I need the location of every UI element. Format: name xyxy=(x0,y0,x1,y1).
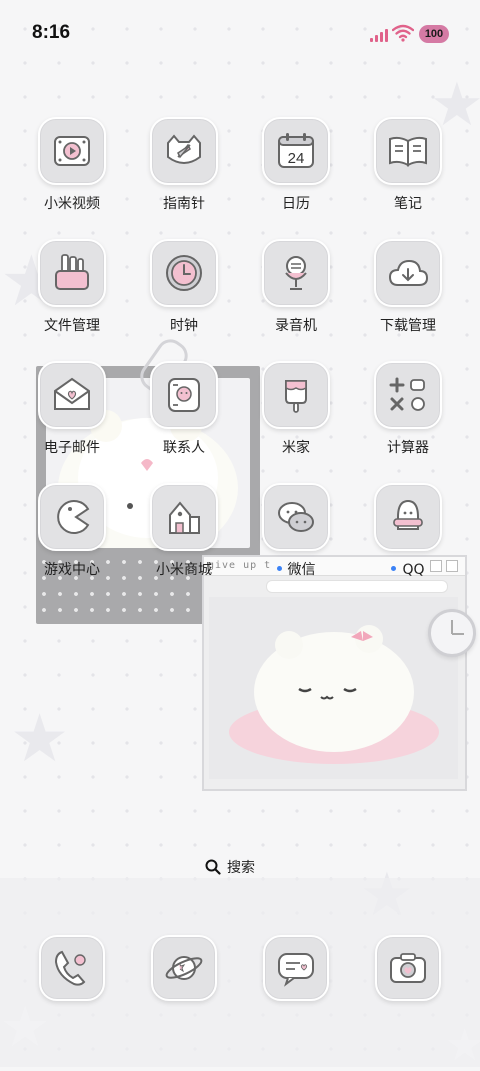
app-calendar[interactable]: 24 日历 xyxy=(246,117,346,213)
wechat-icon xyxy=(262,483,330,551)
app-label: 时钟 xyxy=(170,318,198,334)
app-game-center[interactable]: 游戏中心 xyxy=(22,483,122,579)
house-icon xyxy=(150,483,218,551)
app-label: 电子邮件 xyxy=(44,440,100,456)
app-label: 小米商城 xyxy=(156,562,212,578)
dock-camera[interactable] xyxy=(358,935,458,1001)
svg-text:24: 24 xyxy=(288,150,305,167)
new-indicator-dot xyxy=(391,565,397,571)
battery-indicator: 100 xyxy=(419,25,449,43)
app-label: 文件管理 xyxy=(44,318,100,334)
compass-icon xyxy=(150,117,218,185)
notebook-icon xyxy=(374,117,442,185)
app-compass[interactable]: 指南针 xyxy=(134,117,234,213)
app-label: 笔记 xyxy=(394,196,422,212)
app-label: 日历 xyxy=(282,196,310,212)
app-calculator[interactable]: 计算器 xyxy=(358,361,458,457)
folder-icon xyxy=(38,239,106,307)
app-label: 计算器 xyxy=(387,440,429,456)
calendar-icon: 24 xyxy=(262,117,330,185)
browser-url-bar xyxy=(210,579,457,593)
app-qq[interactable]: QQ xyxy=(358,483,458,579)
dock-messages[interactable] xyxy=(246,935,346,1001)
app-recorder[interactable]: 录音机 xyxy=(246,239,346,335)
app-label: 录音机 xyxy=(275,318,317,334)
app-label: 微信 xyxy=(246,561,346,579)
penguin-icon xyxy=(374,483,442,551)
search-button[interactable]: 搜索 xyxy=(205,853,275,881)
search-icon xyxy=(205,859,221,875)
signal-icon xyxy=(370,28,388,42)
app-wechat[interactable]: 微信 xyxy=(246,483,346,579)
app-label: QQ xyxy=(358,561,458,579)
cloud-download-icon xyxy=(374,239,442,307)
clock-time: 8:16 xyxy=(32,22,71,43)
app-mi-store[interactable]: 小米商城 xyxy=(134,483,234,579)
wifi-icon xyxy=(392,24,414,42)
planet-browser-icon xyxy=(151,935,217,1001)
new-indicator-dot xyxy=(276,565,282,571)
app-label: 小米视频 xyxy=(44,196,100,212)
app-notes[interactable]: 笔记 xyxy=(358,117,458,213)
clock-icon xyxy=(150,239,218,307)
app-clock[interactable]: 时钟 xyxy=(134,239,234,335)
app-downloads[interactable]: 下载管理 xyxy=(358,239,458,335)
contacts-icon xyxy=(150,361,218,429)
envelope-icon xyxy=(38,361,106,429)
microphone-icon xyxy=(262,239,330,307)
app-label: 游戏中心 xyxy=(44,562,100,578)
camera-icon xyxy=(375,935,441,1001)
app-file-manager[interactable]: 文件管理 xyxy=(22,239,122,335)
browser-photo-widget[interactable]: give up t xyxy=(202,555,467,791)
app-contacts[interactable]: 联系人 xyxy=(134,361,234,457)
app-email[interactable]: 电子邮件 xyxy=(22,361,122,457)
star-decoration: ★ xyxy=(10,700,70,777)
popsicle-icon xyxy=(262,361,330,429)
app-label: 下载管理 xyxy=(380,318,436,334)
video-player-icon xyxy=(38,117,106,185)
app-mi-home[interactable]: 米家 xyxy=(246,361,346,457)
search-label: 搜索 xyxy=(227,860,255,876)
status-bar: 8:16 100 xyxy=(0,0,480,66)
dock-browser[interactable] xyxy=(134,935,234,1001)
app-mi-video[interactable]: 小米视频 xyxy=(22,117,122,213)
dock-phone[interactable] xyxy=(22,935,122,1001)
phone-icon xyxy=(39,935,105,1001)
app-label: 米家 xyxy=(282,440,310,456)
message-icon xyxy=(263,935,329,1001)
app-label: 联系人 xyxy=(163,440,205,456)
bear-on-pillow-image xyxy=(209,597,458,779)
clock-widget[interactable] xyxy=(428,609,476,657)
pacman-icon xyxy=(38,483,106,551)
app-label: 指南针 xyxy=(163,196,205,212)
calculator-icon xyxy=(374,361,442,429)
